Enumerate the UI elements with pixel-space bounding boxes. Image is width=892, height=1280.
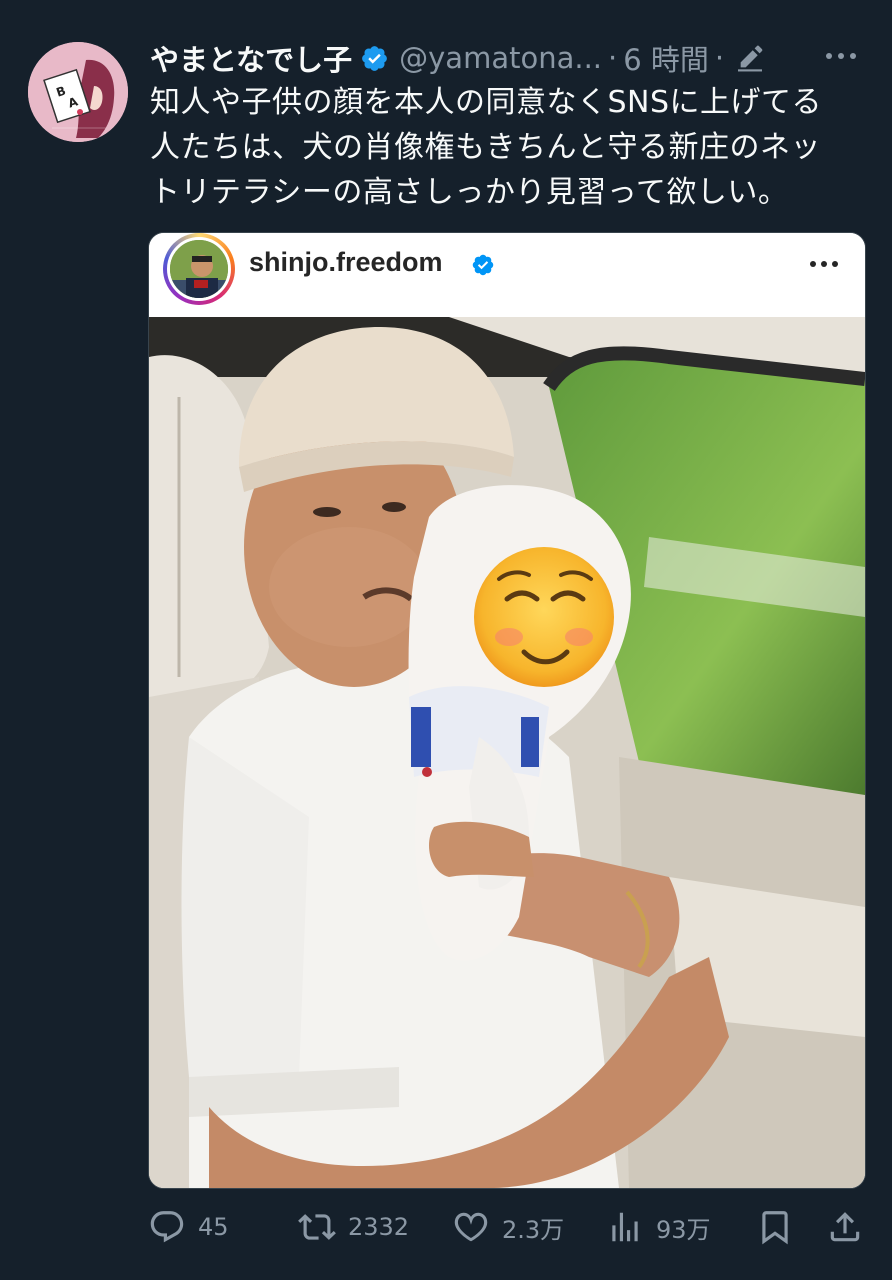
retweet-count: 2332 <box>348 1213 410 1241</box>
more-icon[interactable] <box>824 46 858 66</box>
tweet-media[interactable]: shinjo.freedom <box>148 232 866 1189</box>
bookmark-icon <box>762 1211 788 1245</box>
tweet-text-line: トリテラシーの高さしっかり見習って欲しい。 <box>150 175 789 210</box>
like-icon <box>454 1212 488 1242</box>
separator: · <box>608 41 618 75</box>
car-selfie-image <box>149 317 865 1188</box>
instagram-avatar <box>167 237 231 301</box>
retweet-button[interactable]: 2332 <box>298 1200 409 1254</box>
views-button[interactable]: 93万 <box>606 1200 711 1254</box>
author-avatar[interactable]: B A <box>28 42 128 142</box>
verified-badge-icon <box>362 45 388 71</box>
handle[interactable]: @yamatona... <box>399 41 602 75</box>
instagram-username: shinjo.freedom <box>249 247 443 277</box>
bookmark-button[interactable] <box>756 1200 794 1254</box>
like-count: 2.3万 <box>502 1215 565 1244</box>
verified-badge-icon <box>472 254 494 276</box>
view-count: 93万 <box>656 1215 711 1244</box>
more-icon <box>810 261 838 267</box>
reply-icon <box>150 1211 184 1243</box>
like-button[interactable]: 2.3万 <box>452 1200 564 1254</box>
timestamp[interactable]: 6 時間 <box>623 37 709 79</box>
photo <box>149 317 865 1188</box>
display-name[interactable]: やまとなでし子 <box>150 37 352 79</box>
tweet: B A やまとなでし子 @yamatona... · 6 時間 · 知人や子供の… <box>0 0 892 1280</box>
tweet-text-line: 知人や子供の顔を本人の同意なくSNSに上げてる <box>150 85 823 120</box>
tweet-text-line: 人たちは、犬の肖像権もきちんと守る新庄のネッ <box>150 130 821 165</box>
share-icon <box>830 1212 860 1242</box>
edit-icon[interactable] <box>734 42 766 74</box>
views-icon <box>612 1212 638 1242</box>
retweet-icon <box>298 1214 336 1240</box>
instagram-post-header: shinjo.freedom <box>149 233 865 317</box>
tweet-header: やまとなでし子 @yamatona... · 6 時間 · <box>150 36 862 80</box>
reply-count: 45 <box>198 1213 229 1241</box>
separator: · <box>714 41 725 75</box>
share-button[interactable] <box>826 1200 864 1254</box>
reply-button[interactable]: 45 <box>148 1200 229 1254</box>
tweet-actions: 45 2332 2.3万 93万 <box>148 1200 864 1254</box>
tweet-text: 知人や子供の顔を本人の同意なくSNSに上げてる 人たちは、犬の肖像権もきちんと守… <box>150 80 862 215</box>
